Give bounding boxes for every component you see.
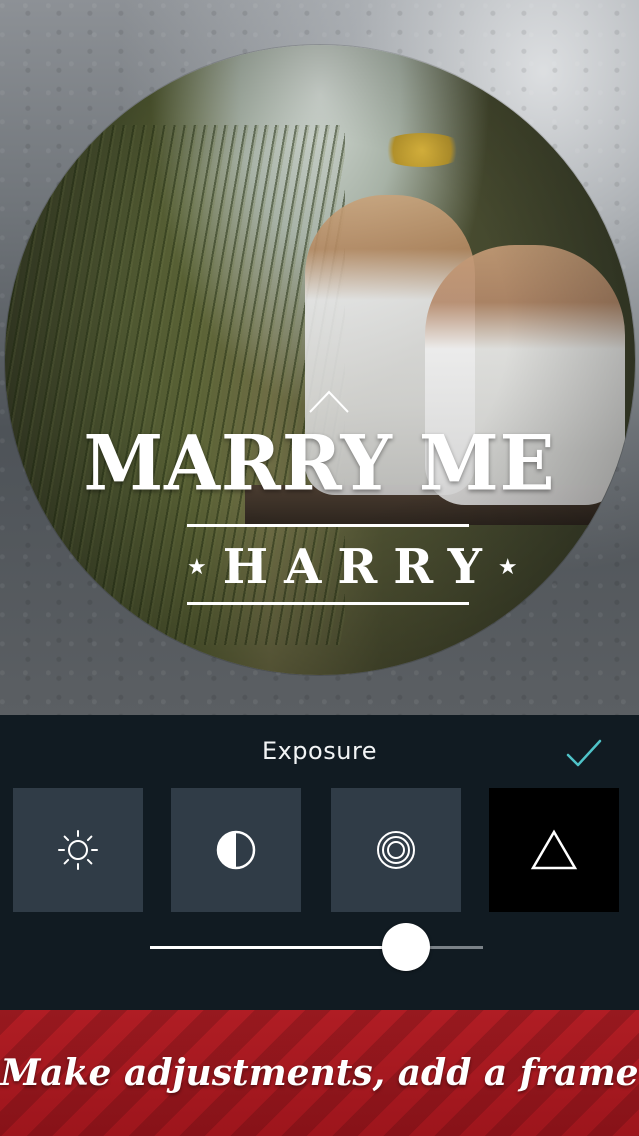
- slider-track-fill: [150, 946, 407, 949]
- tool-vignette[interactable]: [331, 788, 461, 912]
- tool-frame[interactable]: [489, 788, 619, 912]
- panel-title: Exposure: [261, 737, 378, 765]
- overlay-rule-top: [187, 524, 469, 527]
- star-icon: ★: [497, 554, 518, 579]
- half-circle-icon: [216, 830, 256, 870]
- slider-thumb[interactable]: [382, 923, 431, 971]
- tool-contrast[interactable]: [171, 788, 301, 912]
- checkmark-icon[interactable]: [562, 733, 606, 773]
- photo-canvas: MARRY ME ★ HARRY ★: [0, 0, 639, 715]
- overlay-title-main[interactable]: MARRY ME: [0, 418, 639, 507]
- concentric-circles-icon: [377, 831, 415, 869]
- sun-icon: [58, 830, 98, 870]
- tool-brightness[interactable]: [13, 788, 143, 912]
- promo-banner: Make adjustments, add a frame: [0, 1010, 639, 1136]
- adjustment-panel: Exposure: [0, 715, 639, 1010]
- tool-strip: [13, 788, 639, 912]
- banner-text: Make adjustments, add a frame: [0, 1052, 639, 1094]
- star-icon: ★: [187, 554, 207, 579]
- exposure-slider[interactable]: [150, 923, 483, 971]
- chevron-up-icon[interactable]: [308, 386, 350, 416]
- overlay-subtitle-row[interactable]: ★ HARRY ★: [187, 536, 518, 598]
- overlay-title-sub: HARRY: [222, 539, 498, 595]
- overlay-rule-bottom: [187, 602, 469, 605]
- triangle-icon: [530, 829, 578, 870]
